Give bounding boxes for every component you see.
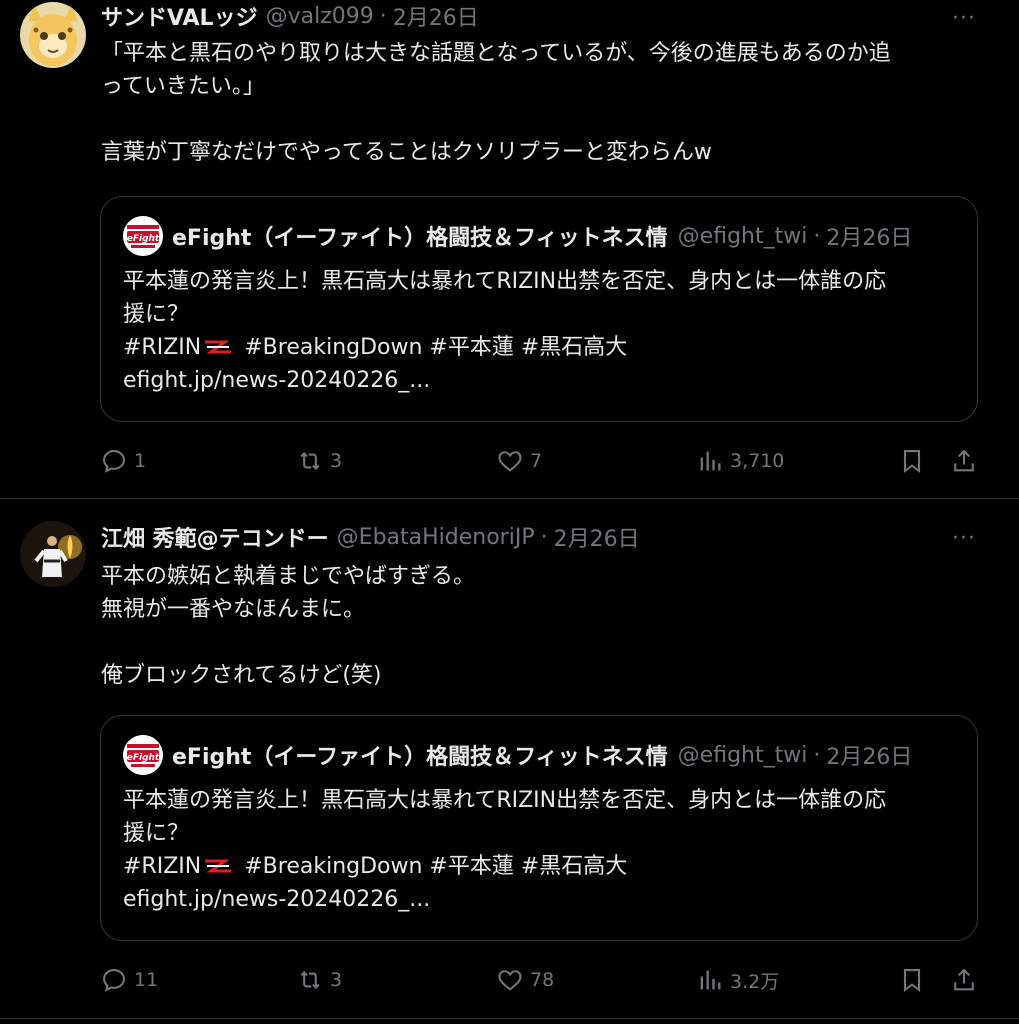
tweet-text-line: っていきたい。」 bbox=[101, 74, 265, 99]
quoted-tweet-header: eFight eFight（イーファイト）格闘技＆フィットネス情 @efight… bbox=[123, 216, 912, 256]
hashtags[interactable]: #BreakingDown #平本蓮 #黒石高大 bbox=[244, 854, 627, 879]
svg-text:eFight: eFight bbox=[127, 234, 160, 244]
quoted-avatar: eFight bbox=[123, 216, 163, 256]
share-icon bbox=[954, 449, 974, 472]
tweet-divider bbox=[0, 1018, 1019, 1019]
tweet-actions: 11 3 78 3.2万 bbox=[100, 963, 980, 997]
tweet-header: サンドVALッジ @valz099 · 2月26日 bbox=[101, 0, 479, 32]
tweet-1[interactable]: サンドVALッジ @valz099 · 2月26日 ··· 「平本と黒石のやり取… bbox=[0, 0, 1019, 498]
quoted-display-name[interactable]: eFight（イーファイト）格闘技＆フィットネス情 bbox=[172, 220, 668, 252]
retweet-icon bbox=[300, 970, 320, 990]
tweet-text-line bbox=[101, 103, 981, 136]
quoted-user-handle[interactable]: @efight_twi bbox=[678, 743, 808, 768]
rizin-logo-icon bbox=[205, 859, 232, 873]
bookmark-button[interactable] bbox=[898, 963, 932, 997]
share-button[interactable] bbox=[950, 963, 984, 997]
user-handle[interactable]: @EbataHidenoriJP bbox=[337, 525, 535, 550]
like-icon bbox=[498, 451, 522, 472]
quoted-tweet-date[interactable]: 2月26日 bbox=[826, 220, 912, 252]
retweet-icon bbox=[300, 451, 320, 471]
avatar[interactable] bbox=[20, 521, 86, 587]
quoted-text-line: 平本蓮の発言炎上！黒石高大は暴れてRIZIN出禁を否定、身内とは一体誰の応 bbox=[123, 269, 887, 294]
hashtag-rizin[interactable]: #RIZIN bbox=[123, 335, 201, 360]
views-icon bbox=[700, 970, 721, 990]
tweet-text-line bbox=[101, 626, 981, 659]
display-name[interactable]: 江畑 秀範@テコンドー bbox=[101, 521, 329, 553]
share-icon bbox=[954, 968, 974, 991]
reply-icon bbox=[103, 450, 125, 473]
reply-button[interactable]: 11 bbox=[100, 963, 158, 997]
views-count: 3,710 bbox=[730, 450, 785, 472]
quoted-text-line: 平本蓮の発言炎上！黒石高大は暴れてRIZIN出禁を否定、身内とは一体誰の応 bbox=[123, 788, 887, 813]
hashtags-line: #RIZIN #BreakingDown #平本蓮 #黒石高大 bbox=[123, 331, 963, 364]
reply-count: 1 bbox=[134, 450, 147, 472]
quoted-text-line: 援に？ bbox=[123, 821, 190, 846]
avatar[interactable] bbox=[20, 2, 86, 68]
quoted-tweet-header: eFight eFight（イーファイト）格闘技＆フィットネス情 @efight… bbox=[123, 735, 912, 775]
quoted-link[interactable]: efight.jp/news-20240226_... bbox=[123, 364, 963, 397]
tweet-header: 江畑 秀範@テコンドー @EbataHidenoriJP · 2月26日 bbox=[101, 521, 640, 553]
tweet-2[interactable]: 江畑 秀範@テコンドー @EbataHidenoriJP · 2月26日 ···… bbox=[0, 499, 1019, 1024]
quoted-tweet-card[interactable]: eFight eFight（イーファイト）格闘技＆フィットネス情 @efight… bbox=[100, 196, 978, 422]
rizin-logo-icon bbox=[205, 340, 232, 354]
tweet-text-line: 「平本と黒石のやり取りは大きな話題となっているが、今後の進展もあるのか追 bbox=[101, 41, 891, 66]
like-button[interactable]: 78 bbox=[496, 963, 554, 997]
tweet-date[interactable]: 2月26日 bbox=[393, 0, 479, 32]
tweet-text-line: 無視が一番やなほんまに。 bbox=[101, 597, 366, 622]
svg-text:eFight: eFight bbox=[127, 753, 160, 763]
quoted-tweet-text: 平本蓮の発言炎上！黒石高大は暴れてRIZIN出禁を否定、身内とは一体誰の応 援に… bbox=[123, 784, 963, 916]
reply-icon bbox=[103, 969, 125, 992]
views-count: 3.2万 bbox=[730, 970, 780, 993]
separator-dot: · bbox=[813, 742, 821, 768]
reply-button[interactable]: 1 bbox=[100, 444, 146, 478]
reply-count: 11 bbox=[134, 969, 159, 991]
like-button[interactable]: 7 bbox=[496, 444, 542, 478]
bookmark-icon bbox=[903, 969, 921, 993]
views-icon bbox=[700, 451, 721, 471]
retweet-count: 3 bbox=[330, 969, 343, 991]
like-icon bbox=[498, 970, 522, 991]
separator-dot: · bbox=[540, 524, 548, 550]
hashtags[interactable]: #BreakingDown #平本蓮 #黒石高大 bbox=[244, 335, 627, 360]
quoted-link[interactable]: efight.jp/news-20240226_... bbox=[123, 883, 963, 916]
views-button[interactable]: 3.2万 bbox=[696, 963, 779, 997]
bookmark-icon bbox=[903, 450, 921, 474]
tweet-text-line: 平本の嫉妬と執着まじでやばすぎる。 bbox=[101, 564, 476, 589]
quoted-avatar: eFight bbox=[123, 735, 163, 775]
retweet-button[interactable]: 3 bbox=[296, 444, 342, 478]
hashtags-line: #RIZIN #BreakingDown #平本蓮 #黒石高大 bbox=[123, 850, 963, 883]
hashtag-rizin[interactable]: #RIZIN bbox=[123, 854, 201, 879]
tweet-text-line: 言葉が丁寧なだけでやってることはクソリプラーと変わらんw bbox=[101, 140, 712, 165]
quoted-text-line: 援に？ bbox=[123, 302, 190, 327]
tweet-date[interactable]: 2月26日 bbox=[554, 521, 640, 553]
retweet-count: 3 bbox=[330, 450, 343, 472]
like-count: 7 bbox=[530, 450, 543, 472]
like-count: 78 bbox=[530, 969, 555, 991]
separator-dot: · bbox=[379, 3, 387, 29]
separator-dot: · bbox=[813, 223, 821, 249]
more-icon[interactable]: ··· bbox=[949, 523, 979, 553]
tweet-text: 平本の嫉妬と執着まじでやばすぎる。 無視が一番やなほんまに。 俺ブロックされてる… bbox=[101, 560, 981, 692]
display-name[interactable]: サンドVALッジ bbox=[101, 0, 258, 32]
user-handle[interactable]: @valz099 bbox=[266, 4, 374, 29]
tweet-text-line: 俺ブロックされてるけど(笑) bbox=[101, 663, 382, 688]
quoted-user-handle[interactable]: @efight_twi bbox=[678, 224, 808, 249]
quoted-tweet-date[interactable]: 2月26日 bbox=[826, 739, 912, 771]
bookmark-button[interactable] bbox=[898, 444, 932, 478]
tweet-text: 「平本と黒石のやり取りは大きな話題となっているが、今後の進展もあるのか追 ってい… bbox=[101, 37, 981, 169]
quoted-tweet-text: 平本蓮の発言炎上！黒石高大は暴れてRIZIN出禁を否定、身内とは一体誰の応 援に… bbox=[123, 265, 963, 397]
quoted-tweet-card[interactable]: eFight eFight（イーファイト）格闘技＆フィットネス情 @efight… bbox=[100, 715, 978, 941]
quoted-display-name[interactable]: eFight（イーファイト）格闘技＆フィットネス情 bbox=[172, 739, 668, 771]
retweet-button[interactable]: 3 bbox=[296, 963, 342, 997]
more-icon[interactable]: ··· bbox=[949, 3, 979, 33]
views-button[interactable]: 3,710 bbox=[696, 444, 784, 478]
share-button[interactable] bbox=[950, 444, 984, 478]
tweet-actions: 1 3 7 3,710 bbox=[100, 444, 980, 478]
